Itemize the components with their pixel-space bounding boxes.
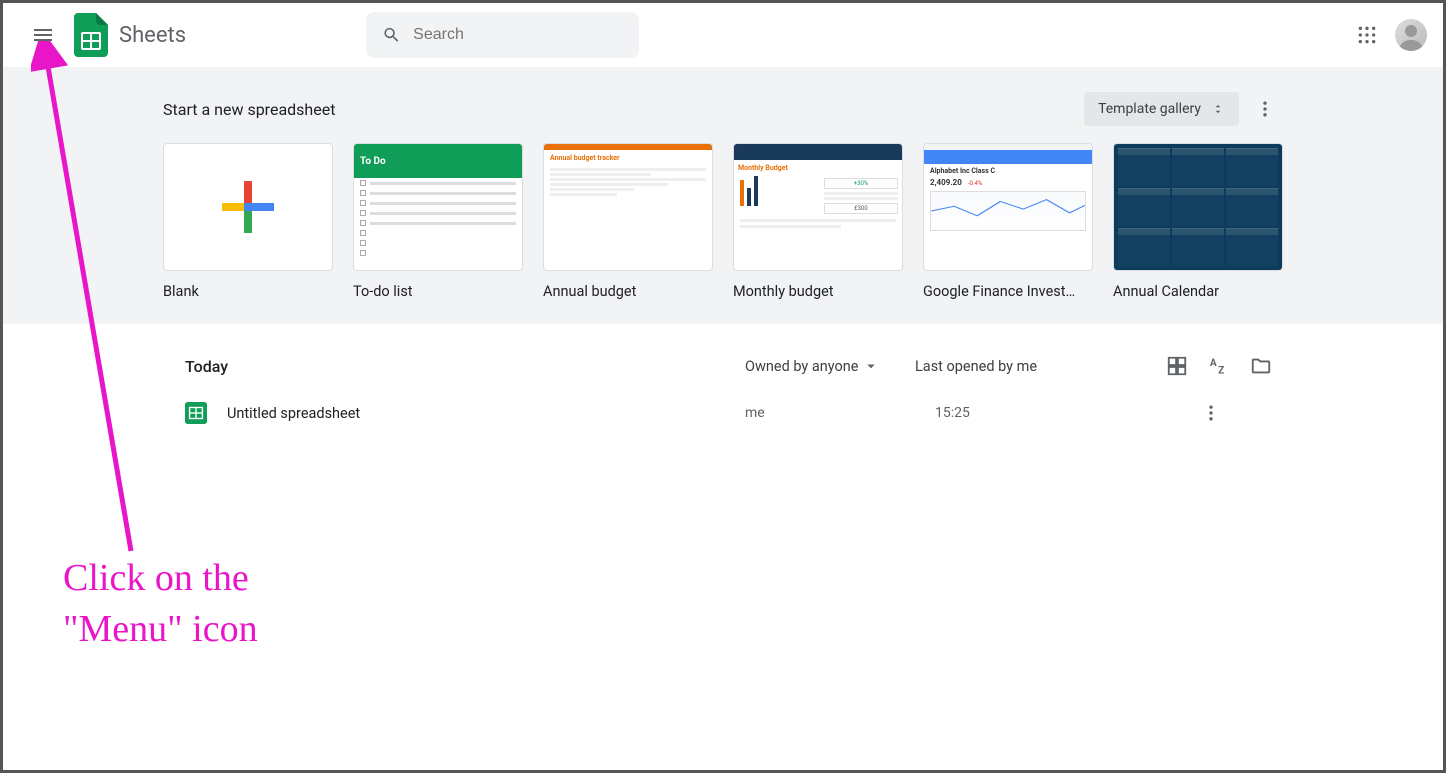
template-label: Blank bbox=[163, 283, 333, 300]
folder-icon bbox=[1250, 355, 1272, 377]
document-time: 15:25 bbox=[935, 405, 1195, 421]
svg-text:Z: Z bbox=[1218, 365, 1224, 376]
template-gallery-label: Template gallery bbox=[1098, 101, 1201, 117]
search-icon bbox=[382, 24, 401, 46]
annotation-text: Click on the "Menu" icon bbox=[63, 553, 258, 656]
sheets-logo-icon bbox=[71, 15, 111, 55]
template-todo[interactable]: To Do To-do list bbox=[353, 143, 523, 300]
search-bar[interactable] bbox=[366, 12, 639, 58]
document-name: Untitled spreadsheet bbox=[227, 405, 745, 422]
documents-section: Today Owned by anyone Last opened by me … bbox=[173, 324, 1273, 456]
document-owner: me bbox=[745, 405, 935, 421]
grid-view-button[interactable] bbox=[1165, 354, 1189, 378]
template-row: Blank To Do To-do list bbox=[163, 143, 1283, 300]
templates-header: Start a new spreadsheet Template gallery bbox=[163, 83, 1283, 143]
header-right bbox=[1347, 15, 1427, 55]
more-vert-icon bbox=[1255, 99, 1275, 119]
app-header: Sheets bbox=[3, 3, 1443, 67]
hamburger-icon bbox=[31, 23, 55, 47]
template-gallery-button[interactable]: Template gallery bbox=[1084, 92, 1239, 126]
sheets-file-icon bbox=[185, 402, 207, 424]
google-apps-button[interactable] bbox=[1347, 15, 1387, 55]
svg-text:A: A bbox=[1210, 358, 1217, 369]
document-row[interactable]: Untitled spreadsheet me 15:25 bbox=[173, 390, 1273, 436]
more-vert-icon bbox=[1201, 403, 1221, 423]
plus-icon bbox=[218, 177, 278, 237]
templates-more-button[interactable] bbox=[1247, 91, 1283, 127]
account-avatar[interactable] bbox=[1395, 19, 1427, 51]
sort-az-icon: AZ bbox=[1208, 355, 1230, 377]
templates-title: Start a new spreadsheet bbox=[163, 100, 335, 119]
group-label-today: Today bbox=[185, 357, 745, 376]
app-name: Sheets bbox=[119, 23, 186, 48]
documents-header: Today Owned by anyone Last opened by me … bbox=[173, 344, 1273, 390]
owner-filter-dropdown[interactable]: Owned by anyone bbox=[745, 357, 915, 375]
grid-icon bbox=[1166, 355, 1188, 377]
template-annual-budget[interactable]: Annual budget tracker Annual budget bbox=[543, 143, 713, 300]
template-label: Monthly budget bbox=[733, 283, 903, 300]
search-input[interactable] bbox=[413, 26, 623, 44]
template-calendar[interactable]: Annual Calendar bbox=[1113, 143, 1283, 300]
main-menu-button[interactable] bbox=[19, 11, 67, 59]
template-monthly-budget[interactable]: Monthly Budget +30% £300 bbox=[733, 143, 903, 300]
apps-grid-icon bbox=[1357, 25, 1377, 45]
template-label: Google Finance Invest… bbox=[923, 283, 1093, 300]
templates-section: Start a new spreadsheet Template gallery bbox=[3, 67, 1443, 324]
template-finance[interactable]: Alphabet Inc Class C 2,409.20 -0.4% Goog… bbox=[923, 143, 1093, 300]
template-label: Annual Calendar bbox=[1113, 283, 1283, 300]
unfold-icon bbox=[1211, 100, 1225, 118]
sort-label: Last opened by me bbox=[915, 358, 1135, 375]
template-blank[interactable]: Blank bbox=[163, 143, 333, 300]
dropdown-icon bbox=[862, 357, 880, 375]
sort-az-button[interactable]: AZ bbox=[1207, 354, 1231, 378]
open-picker-button[interactable] bbox=[1249, 354, 1273, 378]
template-label: Annual budget bbox=[543, 283, 713, 300]
template-label: To-do list bbox=[353, 283, 523, 300]
document-more-button[interactable] bbox=[1195, 403, 1227, 423]
view-options: AZ bbox=[1165, 354, 1273, 378]
